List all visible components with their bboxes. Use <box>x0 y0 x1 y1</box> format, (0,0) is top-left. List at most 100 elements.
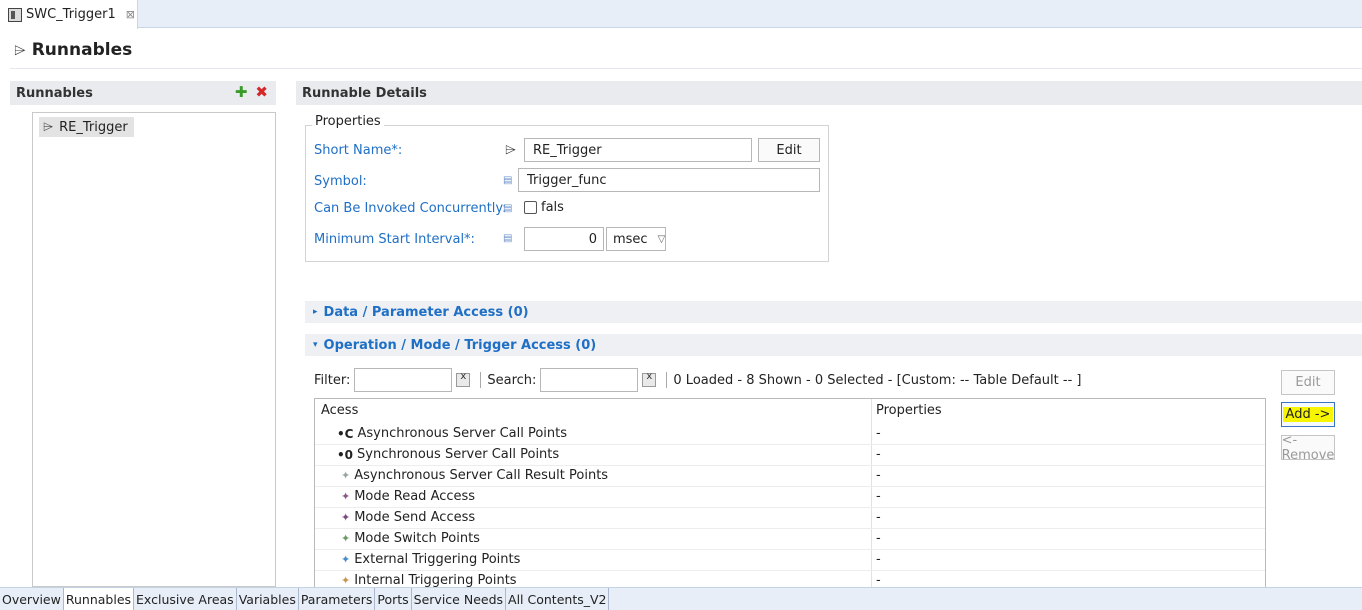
search-label: Search: <box>487 372 537 388</box>
column-header-access[interactable]: Acess <box>321 403 358 418</box>
header-divider <box>10 68 1362 69</box>
attribute-icon: ▤ <box>503 203 513 214</box>
runnable-details-header: Runnable Details <box>296 81 1362 105</box>
sync-call-icon: •0 <box>337 447 354 462</box>
min-interval-field[interactable]: 0 <box>524 227 604 251</box>
runnable-icon: ⌲ <box>505 142 516 158</box>
row-access: Asynchronous Server Call Points <box>357 426 568 441</box>
plus-icon[interactable]: ✚ <box>235 83 248 101</box>
clear-filter-icon[interactable] <box>456 371 471 387</box>
mode-read-icon: ✦ <box>341 490 351 503</box>
row-properties: - <box>876 573 881 588</box>
row-access: Mode Read Access <box>354 489 476 504</box>
chevron-down-icon: ▾ <box>313 340 318 350</box>
access-table[interactable]: Acess Properties •C Asynchronous Server C… <box>314 398 1266 588</box>
close-icon[interactable]: ⊠ <box>126 8 135 21</box>
filter-input[interactable] <box>354 368 453 392</box>
data-parameter-access-label: Data / Parameter Access (0) <box>323 304 529 320</box>
table-row[interactable]: •0 Synchronous Server Call Points - <box>315 445 1265 466</box>
row-access: External Triggering Points <box>354 552 521 567</box>
concurrent-label: Can Be Invoked Concurrently: <box>314 201 507 216</box>
operation-access-section[interactable]: ▾ Operation / Mode / Trigger Access (0) <box>305 334 1362 356</box>
file-icon <box>8 7 22 22</box>
row-properties: - <box>876 510 881 525</box>
tab-parameters[interactable]: Parameters <box>299 588 376 610</box>
interval-unit-select[interactable]: msec ▽ <box>606 227 666 251</box>
mode-send-icon: ✦ <box>341 511 351 524</box>
tab-variables[interactable]: Variables <box>237 588 299 610</box>
tab-all-contents-v2[interactable]: All Contents_V2 <box>506 588 610 610</box>
row-properties: - <box>876 531 881 546</box>
page-header: ⌲ Runnables <box>14 36 132 64</box>
short-name-field[interactable]: RE_Trigger <box>524 138 752 162</box>
symbol-label: Symbol: <box>314 174 367 189</box>
table-row[interactable]: ✦ Asynchronous Server Call Result Points … <box>315 466 1265 487</box>
filter-label: Filter: <box>314 372 351 388</box>
table-row[interactable]: ✦ External Triggering Points - <box>315 550 1265 571</box>
tab-runnables[interactable]: Runnables <box>63 588 135 610</box>
async-result-icon: ✦ <box>341 469 351 482</box>
delete-icon[interactable]: ✖ <box>255 83 268 101</box>
clear-search-icon[interactable] <box>642 371 657 387</box>
external-trigger-icon: ✦ <box>341 553 351 566</box>
row-properties: - <box>876 426 881 441</box>
chevron-down-icon: ▽ <box>657 233 666 245</box>
row-properties: - <box>876 468 881 483</box>
interval-unit-value: msec <box>613 231 648 247</box>
editor-tab-title: SWC_Trigger1 <box>26 7 116 22</box>
toolbar-divider <box>480 372 482 388</box>
properties-legend: Properties <box>312 114 384 129</box>
concurrent-checkbox[interactable] <box>524 201 537 214</box>
runnable-icon: ⌲ <box>43 119 54 135</box>
editor-tab-bar <box>0 0 1362 28</box>
min-interval-label: Minimum Start Interval*: <box>314 232 475 247</box>
toolbar-divider <box>666 372 668 388</box>
row-access: Synchronous Server Call Points <box>357 447 560 462</box>
tab-overview[interactable]: Overview <box>0 588 64 610</box>
edit-access-button[interactable]: Edit <box>1281 370 1335 395</box>
add-access-button[interactable]: Add -> <box>1281 402 1335 427</box>
concurrent-value: fals <box>541 200 564 215</box>
tree-item-re-trigger[interactable]: ⌲ RE_Trigger <box>39 117 134 137</box>
table-row[interactable]: ✦ Internal Triggering Points - <box>315 571 1265 588</box>
row-properties: - <box>876 447 881 462</box>
data-parameter-access-section[interactable]: ▸ Data / Parameter Access (0) <box>305 301 1362 323</box>
runnables-tree[interactable]: ⌲ RE_Trigger <box>32 112 276 587</box>
runnables-panel-title: Runnables <box>16 85 93 101</box>
attribute-icon: ▤ <box>503 175 513 186</box>
chevron-right-icon: ▸ <box>313 307 318 317</box>
short-name-label: Short Name*: <box>314 143 403 158</box>
table-row[interactable]: ✦ Mode Switch Points - <box>315 529 1265 550</box>
internal-trigger-icon: ✦ <box>341 574 351 587</box>
tab-exclusive-areas[interactable]: Exclusive Areas <box>134 588 237 610</box>
table-row[interactable]: ✦ Mode Send Access - <box>315 508 1265 529</box>
column-header-properties[interactable]: Properties <box>876 403 942 418</box>
editor-page-tabs: Overview Runnables Exclusive Areas Varia… <box>0 587 1362 610</box>
page-title: Runnables <box>31 40 133 60</box>
tab-service-needs[interactable]: Service Needs <box>412 588 507 610</box>
row-access: Asynchronous Server Call Result Points <box>354 468 609 483</box>
table-status: 0 Loaded - 8 Shown - 0 Selected - [Custo… <box>673 372 1082 388</box>
edit-short-name-button[interactable]: Edit <box>758 138 820 162</box>
tree-item-label: RE_Trigger <box>59 119 128 135</box>
mode-switch-icon: ✦ <box>341 532 351 545</box>
runnables-panel-header: Runnables ✚ ✖ <box>10 81 276 105</box>
tab-ports[interactable]: Ports <box>375 588 412 610</box>
row-properties: - <box>876 489 881 504</box>
attribute-icon: ▤ <box>503 233 513 244</box>
row-access: Internal Triggering Points <box>354 573 517 588</box>
table-row[interactable]: ✦ Mode Read Access - <box>315 487 1265 508</box>
row-properties: - <box>876 552 881 567</box>
runnable-details-title: Runnable Details <box>302 85 427 101</box>
symbol-field[interactable]: Trigger_func <box>518 168 820 192</box>
runnable-icon: ⌲ <box>14 41 26 59</box>
row-access: Mode Switch Points <box>354 531 480 546</box>
async-call-icon: •C <box>337 426 354 441</box>
row-access: Mode Send Access <box>354 510 476 525</box>
remove-access-button[interactable]: <- Remove <box>1281 433 1335 463</box>
search-input[interactable] <box>540 368 639 392</box>
table-row[interactable]: •C Asynchronous Server Call Points - <box>315 424 1265 445</box>
editor-tab-swc-trigger1[interactable]: SWC_Trigger1 ⊠ <box>0 0 138 29</box>
filter-toolbar: Filter: Search: 0 Loaded - 8 Shown - 0 S… <box>314 368 1081 392</box>
add-access-label: Add -> <box>1282 407 1334 422</box>
